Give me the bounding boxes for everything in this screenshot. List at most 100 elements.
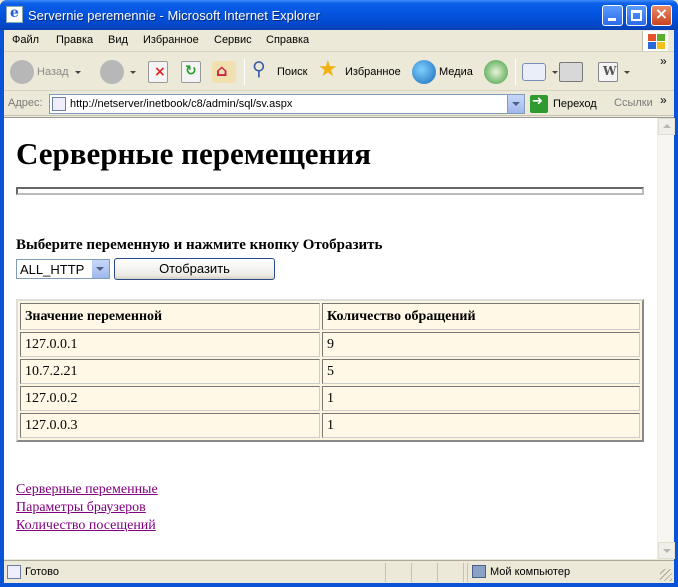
chevron-down-icon: [74, 70, 81, 74]
table-cell-value: 127.0.0.1: [20, 332, 320, 357]
menu-help[interactable]: Справка: [266, 34, 309, 46]
history-button[interactable]: [484, 57, 508, 87]
table-cell-count: 1: [322, 386, 640, 411]
history-icon: [484, 60, 508, 84]
table-cell-value: 127.0.0.3: [20, 413, 320, 438]
forward-arrow-icon: [100, 60, 124, 84]
chevron-down-icon: [552, 70, 558, 74]
forward-button[interactable]: [100, 57, 136, 87]
refresh-button[interactable]: ↻: [181, 57, 201, 87]
select-prompt: Выберите переменную и нажмите кнопку Ото…: [16, 237, 383, 253]
menu-view[interactable]: Вид: [108, 34, 128, 46]
toolbar-chevron-icon[interactable]: »: [660, 54, 667, 68]
minimize-icon: [608, 18, 616, 21]
media-globe-icon: [412, 60, 436, 84]
my-computer-icon: [472, 565, 486, 578]
window-title: Servernie peremennie - Microsoft Interne…: [28, 8, 320, 23]
horizontal-rule: [16, 187, 644, 195]
variable-select[interactable]: ALL_HTTP: [16, 259, 110, 279]
ie-window: Servernie peremennie - Microsoft Interne…: [0, 0, 678, 587]
status-pane: [411, 563, 437, 582]
back-arrow-icon: [10, 60, 34, 84]
home-icon: ⌂: [212, 61, 236, 83]
security-zone: Мой компьютер: [490, 566, 571, 578]
link-visit-count[interactable]: Количество посещений: [16, 517, 158, 535]
chevron-down-icon: [130, 70, 136, 74]
scroll-up-button[interactable]: [658, 118, 675, 135]
address-url[interactable]: http://netserver/inetbook/c8/admin/sql/s…: [70, 98, 292, 110]
refresh-icon: ↻: [181, 61, 201, 83]
table-header-cell: Количество обращений: [322, 303, 640, 330]
status-pane: [437, 563, 463, 582]
media-button[interactable]: Медиа: [412, 57, 473, 87]
stop-button[interactable]: ×: [148, 57, 168, 87]
close-icon: ×: [654, 4, 669, 23]
windows-flag-icon: [642, 31, 668, 51]
maximize-button[interactable]: [626, 5, 647, 26]
table-row: 127.0.0.3 1: [20, 413, 640, 438]
print-button[interactable]: [559, 57, 583, 87]
table-cell-value: 10.7.2.21: [20, 359, 320, 384]
table-header-cell: Значение переменной: [20, 303, 320, 330]
vertical-scrollbar[interactable]: [657, 118, 675, 559]
search-icon: ⚲: [252, 58, 266, 80]
printer-icon: [559, 62, 583, 82]
page-done-icon: [7, 565, 21, 579]
menu-tools[interactable]: Сервис: [214, 34, 252, 46]
toolbar-separator: [515, 59, 516, 85]
resize-grip[interactable]: [660, 569, 672, 581]
table-row: 127.0.0.2 1: [20, 386, 640, 411]
table-header-row: Значение переменной Количество обращений: [20, 303, 640, 330]
favorites-button[interactable]: ★ Избранное: [318, 57, 401, 87]
standard-toolbar: Назад × ↻ ⌂ ⚲ Поиск ★ Избранное Медиа W …: [4, 53, 674, 91]
chevron-down-icon[interactable]: [92, 260, 109, 278]
address-label: Адрес:: [8, 97, 43, 109]
star-icon: ★: [318, 57, 338, 82]
mail-icon: [522, 63, 546, 81]
display-button[interactable]: Отобразить: [114, 258, 275, 280]
table-cell-count: 9: [322, 332, 640, 357]
page-icon: [52, 97, 66, 111]
table-cell-value: 127.0.0.2: [20, 386, 320, 411]
links-button[interactable]: Ссылки: [614, 97, 653, 109]
maximize-icon: [631, 10, 642, 21]
links-chevron-icon[interactable]: »: [660, 93, 667, 107]
title-bar[interactable]: Servernie peremennie - Microsoft Interne…: [0, 0, 678, 30]
menu-bar: Файл Правка Вид Избранное Сервис Справка: [4, 30, 674, 52]
toolbar-separator: [244, 59, 245, 85]
results-table: Значение переменной Количество обращений…: [16, 299, 644, 442]
search-button[interactable]: ⚲ Поиск: [250, 57, 307, 87]
page-title: Серверные перемещения: [16, 136, 372, 171]
go-button[interactable]: Переход: [530, 94, 597, 114]
menu-file[interactable]: Файл: [12, 34, 39, 46]
back-button[interactable]: Назад: [10, 57, 81, 87]
edit-button[interactable]: W: [598, 57, 630, 87]
address-input[interactable]: http://netserver/inetbook/c8/admin/sql/s…: [49, 94, 525, 114]
nav-links: Серверные переменные Параметры браузеров…: [16, 481, 158, 535]
link-browser-params[interactable]: Параметры браузеров: [16, 499, 158, 517]
chevron-down-icon: [624, 70, 630, 74]
status-bar: Готово Мой компьютер: [4, 560, 674, 583]
minimize-button[interactable]: [602, 5, 623, 26]
table-row: 127.0.0.1 9: [20, 332, 640, 357]
close-button[interactable]: ×: [651, 4, 672, 26]
page-viewport: Серверные перемещения Выберите переменну…: [4, 117, 675, 559]
mail-button[interactable]: [522, 57, 558, 87]
table-cell-count: 1: [322, 413, 640, 438]
address-bar: Адрес: http://netserver/inetbook/c8/admi…: [4, 92, 674, 116]
status-pane: [385, 563, 411, 582]
status-text: Готово: [25, 566, 59, 578]
link-server-variables[interactable]: Серверные переменные: [16, 481, 158, 499]
table-cell-count: 5: [322, 359, 640, 384]
ie-logo-icon: [6, 5, 23, 23]
variable-select-value: ALL_HTTP: [20, 262, 85, 277]
home-button[interactable]: ⌂: [212, 57, 236, 87]
browser-client: Файл Правка Вид Избранное Сервис Справка…: [4, 30, 675, 583]
go-arrow-icon: [530, 94, 548, 113]
menu-favorites[interactable]: Избранное: [143, 34, 199, 46]
menu-edit[interactable]: Правка: [56, 34, 93, 46]
address-dropdown-button[interactable]: [507, 95, 524, 113]
stop-icon: ×: [148, 61, 168, 83]
scroll-down-button[interactable]: [658, 542, 675, 559]
word-icon: W: [598, 62, 618, 82]
